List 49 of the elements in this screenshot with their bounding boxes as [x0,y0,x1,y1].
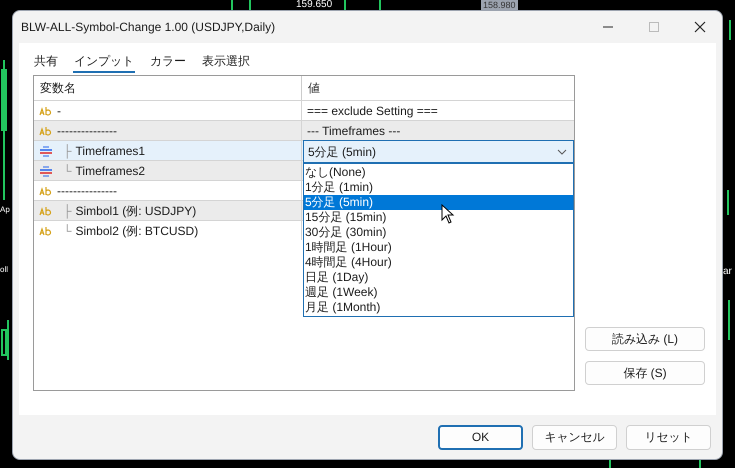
ab-icon [39,106,53,116]
dropdown-option[interactable]: 週足 (1Week) [304,285,573,300]
tab[interactable]: インプット [73,51,135,73]
dropdown-option[interactable]: 5分足 (5min) [304,195,573,210]
mouse-pointer-icon [441,204,455,224]
button[interactable]: キャンセル [532,424,617,450]
parameter-name: Timeframes1 [76,142,146,160]
button[interactable]: 保存 (S) [585,361,705,385]
parameter-name: Simbol1 (例: USDJPY) [76,202,196,220]
dropdown-option[interactable]: なし(None) [304,165,573,180]
price-label: 159.650 [295,0,334,10]
close-icon[interactable] [694,21,706,33]
price-label: 158.980 [481,0,518,10]
maximize-icon [648,21,660,33]
parameter-name: --------------- [57,122,117,140]
parameter-name: Timeframes2 [76,162,146,180]
tab[interactable]: 表示選択 [201,51,251,73]
tab[interactable]: 共有 [33,51,59,73]
parameter-name: --------------- [57,182,117,200]
parameter-name: - [57,102,61,120]
tab[interactable]: カラー [149,51,187,73]
ab-icon [39,206,53,216]
button[interactable]: リセット [626,424,711,450]
list-icon [39,164,53,176]
dropdown-field[interactable]: 5分足 (5min) [303,140,574,163]
chart-label: Ap [0,204,10,216]
parameter-value: --- Timeframes --- [307,122,400,140]
ab-icon [39,186,53,196]
parameter-name: Simbol2 (例: BTCUSD) [76,222,198,240]
ab-icon [39,226,53,236]
dropdown-option[interactable]: 15分足 (15min) [304,210,573,225]
list-icon [39,144,53,156]
button[interactable]: OK [438,424,523,450]
tree-connector: └ [63,222,72,240]
dropdown-option[interactable]: 1分足 (1min) [304,180,573,195]
dropdown-option[interactable]: 30分足 (30min) [304,225,573,240]
tree-connector: └ [63,162,72,180]
tree-connector: ├ [63,142,72,160]
dropdown-option[interactable]: 4時間足 (4Hour) [304,255,573,270]
parameter-value: === exclude Setting === [307,102,438,120]
tree-connector: ├ [63,202,72,220]
ab-icon [39,126,53,136]
button[interactable]: 読み込み (L) [585,327,705,351]
window-title: BLW-ALL-Symbol-Change 1.00 (USDJPY,Daily) [21,19,276,36]
chevron-down-icon [557,148,567,154]
dropdown-option[interactable]: 1時間足 (1Hour) [304,240,573,255]
dropdown-option[interactable]: 日足 (1Day) [304,270,573,285]
column-header: 値 [307,80,320,97]
dropdown-option[interactable]: 月足 (1Month) [304,300,573,315]
